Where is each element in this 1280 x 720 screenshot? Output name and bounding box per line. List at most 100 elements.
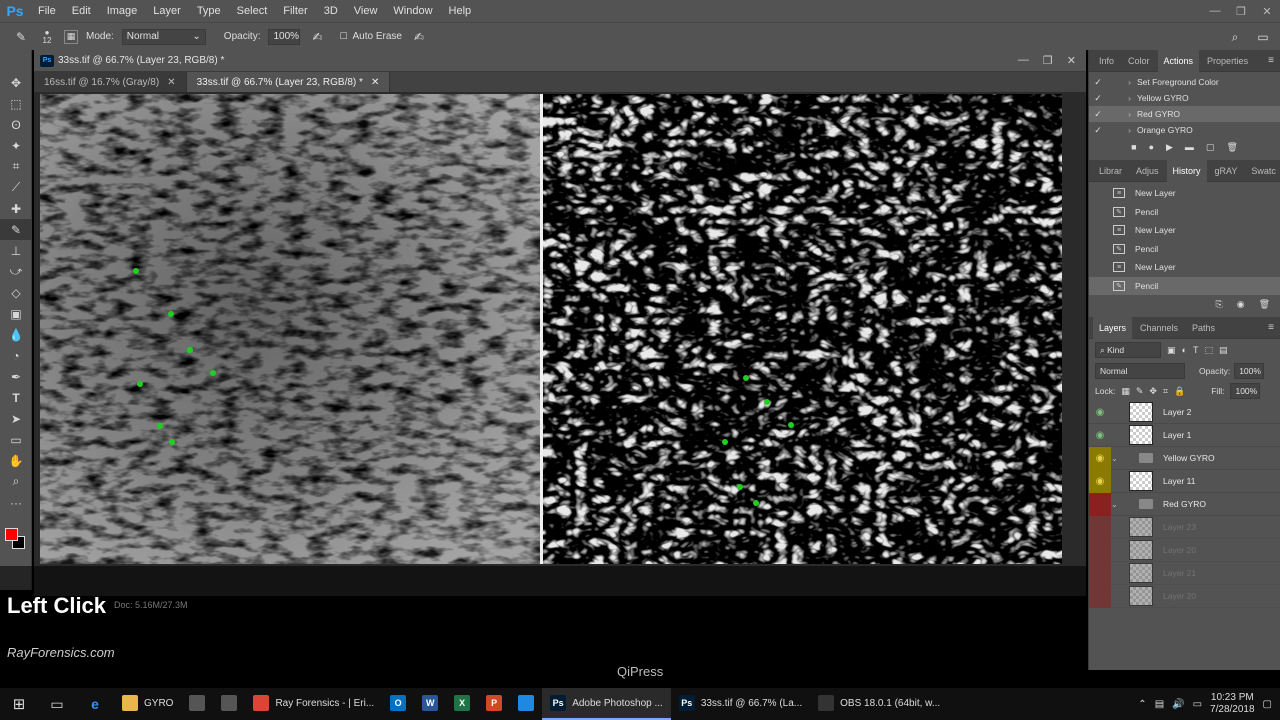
blur-tool-icon[interactable]: 💧 (0, 324, 32, 345)
chevron-right-icon[interactable]: › (1107, 109, 1137, 119)
lock-artboard-icon[interactable]: ⌗ (1163, 386, 1168, 397)
visibility-eye-icon[interactable]: ◉ (1089, 446, 1111, 470)
record-icon[interactable]: ● (1149, 142, 1154, 152)
panel-menu-icon[interactable]: ≡ (1268, 55, 1280, 66)
history-state[interactable]: ✎ Pencil (1089, 203, 1280, 222)
layer-row[interactable]: ◉ Layer 2 (1089, 401, 1280, 424)
check-icon[interactable]: ✓ (1089, 109, 1107, 120)
visibility-eye-icon[interactable]: ◉ (1089, 430, 1111, 441)
layers-tab-channels[interactable]: Channels (1134, 317, 1184, 339)
taskbar-app[interactable]: O (382, 688, 414, 720)
new-action-icon[interactable]: ▢ (1206, 142, 1215, 153)
menu-3d[interactable]: 3D (316, 0, 346, 22)
dodge-tool-icon[interactable]: ◔ (0, 345, 32, 366)
lock-all-icon[interactable]: 🔒 (1174, 386, 1185, 397)
history-state[interactable]: ≡ New Layer (1089, 258, 1280, 277)
layer-opacity-input[interactable]: 100% (1234, 363, 1265, 379)
doc-close-icon[interactable]: ✕ (1067, 54, 1076, 67)
chevron-right-icon[interactable]: › (1107, 93, 1137, 103)
taskbar-app[interactable]: W (414, 688, 446, 720)
filter-shape-icon[interactable]: ⬚ (1204, 345, 1213, 356)
tab-16ss[interactable]: 16ss.tif @ 16.7% (Gray/8) ✕ (34, 72, 187, 92)
search-icon[interactable]: ⌕ (1226, 28, 1244, 46)
filter-smart-icon[interactable]: ▤ (1219, 345, 1228, 356)
healing-tool-icon[interactable]: ✚ (0, 198, 32, 219)
visibility-eye-icon[interactable]: ◉ (1089, 407, 1111, 418)
actions-tab-actions[interactable]: Actions (1157, 49, 1200, 72)
pressure-size-icon[interactable]: ✍ (410, 28, 428, 46)
hand-tool-icon[interactable]: ✋ (0, 450, 32, 471)
history-state[interactable]: ✎ Pencil (1089, 276, 1280, 295)
history-tab-swatc[interactable]: Swatc (1245, 160, 1280, 182)
doc-restore-icon[interactable]: ❐ (1043, 54, 1053, 67)
tray-chevron-icon[interactable]: ⌃ (1138, 699, 1146, 710)
minimize-icon[interactable]: — (1202, 0, 1228, 22)
layer-row[interactable]: Layer 21 (1089, 561, 1280, 585)
menu-help[interactable]: Help (441, 0, 480, 22)
visibility-eye-icon[interactable] (1089, 515, 1111, 539)
taskbar-app[interactable]: GYRO (114, 688, 181, 720)
visibility-eye-icon[interactable] (1089, 584, 1111, 608)
history-tab-history[interactable]: History (1166, 159, 1207, 182)
layer-row[interactable]: Layer 20 (1089, 584, 1280, 608)
new-document-from-state-icon[interactable]: ⎘ (1216, 299, 1223, 310)
chevron-right-icon[interactable]: › (1107, 77, 1137, 87)
shape-tool-icon[interactable]: ▭ (0, 429, 32, 450)
close-icon[interactable]: ✕ (1254, 0, 1280, 22)
check-icon[interactable]: ✓ (1089, 93, 1107, 104)
layer-group-row[interactable]: ⌄ Red GYRO (1089, 492, 1280, 516)
gradient-tool-icon[interactable]: ▣ (0, 303, 32, 324)
tab-close-icon[interactable]: ✕ (167, 77, 175, 88)
layers-tab-paths[interactable]: Paths (1186, 317, 1221, 339)
action-item[interactable]: ✓ › Orange GYRO (1089, 122, 1280, 138)
volume-icon[interactable]: 🔊 (1172, 699, 1184, 710)
auto-erase-checkbox[interactable]: ☐ (334, 28, 352, 46)
menu-edit[interactable]: Edit (64, 0, 99, 22)
chevron-down-icon[interactable]: ⌄ (1111, 500, 1118, 509)
move-tool-icon[interactable]: ✥ (0, 72, 32, 93)
taskbar-app[interactable]: OBS 18.0.1 (64bit, w... (810, 688, 948, 720)
history-tab-adjus[interactable]: Adjus (1130, 160, 1165, 182)
trash-icon[interactable]: 🗑 (1226, 142, 1237, 153)
play-icon[interactable]: ▶ (1166, 142, 1173, 153)
edge-icon[interactable]: e (76, 688, 114, 720)
layer-group-row[interactable]: ◉ ⌄ Yellow GYRO (1089, 446, 1280, 470)
network-icon[interactable]: ▤ (1155, 699, 1164, 710)
lock-position-icon[interactable]: ✥ (1149, 386, 1157, 397)
tab-close-icon[interactable]: ✕ (371, 77, 379, 88)
menu-type[interactable]: Type (189, 0, 229, 22)
type-tool-icon[interactable]: T (0, 387, 32, 408)
history-state[interactable]: ≡ New Layer (1089, 221, 1280, 240)
taskbar-app[interactable]: X (446, 688, 478, 720)
new-set-icon[interactable]: ▬ (1185, 142, 1194, 152)
pencil-tool-active-icon[interactable]: ✎ (0, 219, 32, 240)
visibility-eye-icon[interactable] (1089, 561, 1111, 585)
menu-image[interactable]: Image (99, 0, 146, 22)
actions-tab-info[interactable]: Info (1093, 50, 1120, 72)
menu-file[interactable]: File (30, 0, 64, 22)
lock-pixels-icon[interactable]: ✎ (1136, 386, 1144, 397)
fill-input[interactable]: 100% (1230, 383, 1261, 399)
mode-select[interactable]: Normal ⌄ (121, 28, 206, 45)
zoom-tool-icon[interactable]: ⌕ (0, 471, 32, 492)
lock-transparent-icon[interactable]: ▦ (1121, 386, 1130, 397)
check-icon[interactable]: ✓ (1089, 125, 1107, 136)
action-item[interactable]: ✓ › Red GYRO (1089, 106, 1280, 122)
menu-select[interactable]: Select (229, 0, 276, 22)
taskbar-app[interactable] (213, 688, 245, 720)
stop-icon[interactable]: ■ (1131, 142, 1136, 152)
crop-tool-icon[interactable]: ⌗ (0, 156, 32, 177)
eyedropper-tool-icon[interactable]: ⟋ (0, 177, 32, 198)
battery-icon[interactable]: ▭ (1193, 699, 1202, 710)
eraser-tool-icon[interactable]: ◇ (0, 282, 32, 303)
pen-tool-icon[interactable]: ✒ (0, 366, 32, 387)
doc-minimize-icon[interactable]: — (1018, 54, 1029, 67)
action-item[interactable]: ✓ › Yellow GYRO (1089, 90, 1280, 106)
history-tab-gray[interactable]: gRAY (1209, 160, 1244, 182)
stamp-tool-icon[interactable]: ⊥ (0, 240, 32, 261)
windows-start-icon[interactable]: ⊞ (0, 688, 38, 720)
filter-adjust-icon[interactable]: ◐ (1182, 345, 1187, 355)
pencil-tool-icon[interactable]: ✎ (12, 28, 30, 46)
clock[interactable]: 10:23 PM 7/28/2018 (1210, 692, 1255, 716)
menu-filter[interactable]: Filter (275, 0, 315, 22)
